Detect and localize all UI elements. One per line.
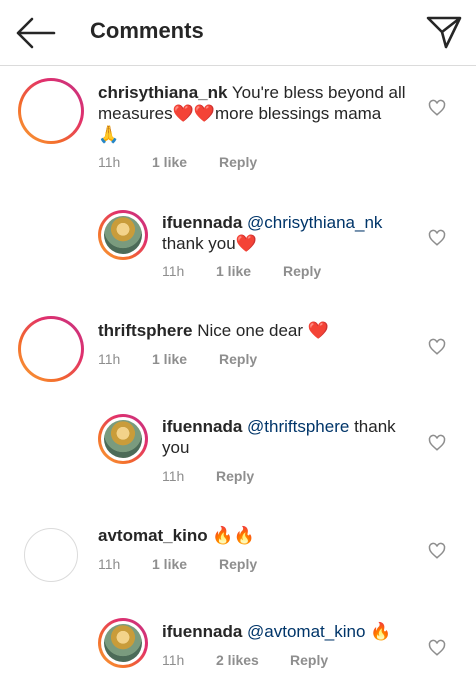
profile-photo (104, 216, 142, 254)
profile-photo (104, 624, 142, 662)
comment-username[interactable]: avtomat_kino (98, 526, 208, 545)
comment-item: thriftsphere Nice one dear ❤️ 11h 1 like… (0, 306, 476, 396)
comment-item: ifuennada @avtomat_kino 🔥 11h 2 likes Re… (0, 606, 476, 690)
comment-time: 11h (98, 351, 121, 367)
heart-like-icon[interactable] (428, 338, 446, 356)
back-arrow-icon[interactable] (14, 14, 56, 52)
avatar[interactable] (18, 78, 84, 144)
comment-username[interactable]: ifuennada (162, 417, 242, 436)
reply-button[interactable]: Reply (283, 263, 321, 279)
comment-item: ifuennada @chrisythiana_nk thank you❤️ 1… (0, 198, 476, 288)
heart-like-icon[interactable] (428, 229, 446, 247)
comment-username[interactable]: ifuennada (162, 213, 242, 232)
comment-username[interactable]: chrisythiana_nk (98, 83, 227, 102)
mention-link[interactable]: @avtomat_kino (247, 622, 365, 641)
avatar[interactable] (98, 414, 148, 464)
comment-text: thriftsphere Nice one dear ❤️ (98, 321, 329, 340)
heart-like-icon[interactable] (428, 542, 446, 560)
comment-likes[interactable]: 1 like (152, 154, 187, 170)
comment-time: 11h (98, 154, 121, 170)
comment-time: 11h (162, 468, 185, 484)
comment-likes[interactable]: 2 likes (216, 652, 259, 668)
mention-link[interactable]: @chrisythiana_nk (247, 213, 382, 232)
comment-text: ifuennada @thriftsphere thank you (162, 417, 396, 457)
comment-time: 11h (162, 263, 185, 279)
comment-item: avtomat_kino 🔥🔥 11h 1 like Reply (0, 514, 476, 594)
comment-item: chrisythiana_nk You're bless beyond all … (0, 66, 476, 176)
heart-like-icon[interactable] (428, 434, 446, 452)
header-bar: Comments (0, 0, 476, 66)
comment-text: ifuennada @avtomat_kino 🔥 (162, 622, 392, 641)
avatar[interactable] (98, 618, 148, 668)
page-title: Comments (90, 18, 204, 43)
profile-photo (104, 420, 142, 458)
comment-item: ifuennada @thriftsphere thank you 11h Re… (0, 402, 476, 502)
heart-like-icon[interactable] (428, 639, 446, 657)
comment-username[interactable]: thriftsphere (98, 321, 192, 340)
mention-link[interactable]: @thriftsphere (247, 417, 349, 436)
comment-text: avtomat_kino 🔥🔥 (98, 526, 255, 545)
comment-likes[interactable]: 1 like (216, 263, 251, 279)
heart-like-icon[interactable] (428, 99, 446, 117)
comment-likes[interactable]: 1 like (152, 556, 187, 572)
direct-send-icon[interactable] (426, 14, 462, 50)
reply-button[interactable]: Reply (219, 556, 257, 572)
reply-button[interactable]: Reply (219, 154, 257, 170)
comment-text: ifuennada @chrisythiana_nk thank you❤️ (162, 213, 383, 253)
reply-button[interactable]: Reply (216, 468, 254, 484)
avatar[interactable] (98, 210, 148, 260)
avatar[interactable] (18, 316, 84, 382)
comment-likes[interactable]: 1 like (152, 351, 187, 367)
reply-button[interactable]: Reply (219, 351, 257, 367)
avatar[interactable] (24, 528, 78, 582)
comment-text: chrisythiana_nk You're bless beyond all … (98, 83, 406, 144)
comment-time: 11h (98, 556, 121, 572)
comment-username[interactable]: ifuennada (162, 622, 242, 641)
comment-time: 11h (162, 652, 185, 668)
reply-button[interactable]: Reply (290, 652, 328, 668)
